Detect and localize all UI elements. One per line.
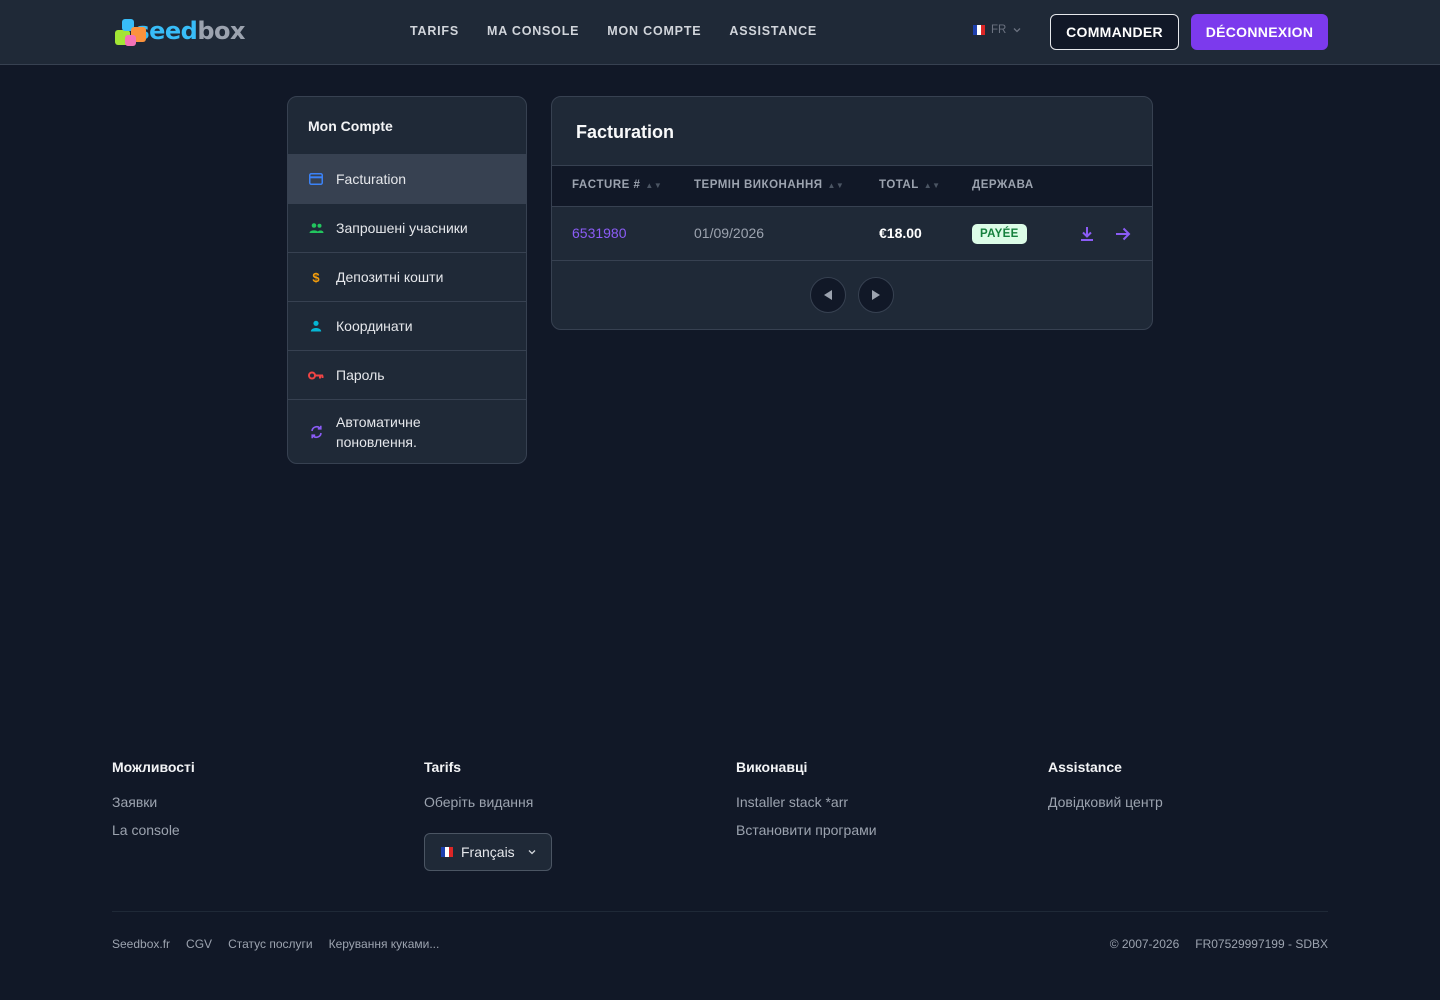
footer-link-requests[interactable]: Заявки <box>112 793 392 811</box>
sidebar-item-label: Координати <box>336 318 413 334</box>
french-flag-icon <box>973 25 985 35</box>
triangle-left-icon <box>824 290 832 300</box>
column-header-status: ДЕРЖАВА <box>972 179 1034 191</box>
footer-heading: Assistance <box>1048 759 1122 775</box>
footer-column-assistance: Assistance Довідковий центр <box>1048 759 1328 821</box>
pagination <box>810 277 894 313</box>
footer-link-install-apps[interactable]: Встановити програми <box>736 821 1016 839</box>
sort-icon: ▲▼ <box>827 180 845 190</box>
footer-divider <box>112 911 1328 912</box>
billing-card: Facturation FACTURE # ▲▼ ТЕРМІН ВИКОНАННЯ… <box>551 96 1153 330</box>
dollar-icon: $ <box>312 269 320 285</box>
logout-button[interactable]: DÉCONNEXION <box>1191 14 1328 50</box>
sidebar-item-label: Автоматичне поновлення. <box>336 413 421 450</box>
bottom-link-service-status[interactable]: Статус послуги <box>228 937 313 951</box>
company-id-text: FR07529997199 - SDBX <box>1195 937 1328 951</box>
sidebar-item-coordinates[interactable]: Координати <box>288 301 526 350</box>
status-badge: PAYÉE <box>972 224 1027 244</box>
nav-mon-compte[interactable]: MON COMPTE <box>607 24 701 38</box>
invoice-number-link[interactable]: 6531980 <box>572 225 627 241</box>
nav-ma-console[interactable]: MA CONSOLE <box>487 24 579 38</box>
logo-cubes-icon <box>113 15 146 47</box>
footer-bottom-links: Seedbox.fr CGV Статус послуги Керування … <box>112 937 439 951</box>
chevron-down-icon <box>528 850 536 855</box>
triangle-right-icon <box>872 290 880 300</box>
commander-button[interactable]: COMMANDER <box>1050 14 1179 50</box>
column-header-due-date[interactable]: ТЕРМІН ВИКОНАННЯ ▲▼ <box>694 179 844 191</box>
footer-link-console[interactable]: La console <box>112 821 392 839</box>
seedbox-logo[interactable]: seedbox <box>113 14 245 48</box>
copyright-text: © 2007-2026 <box>1109 937 1180 951</box>
footer-heading: Виконавці <box>736 759 808 775</box>
footer-column-tarifs: Tarifs Оберіть видання <box>424 759 704 821</box>
column-header-invoice[interactable]: FACTURE # ▲▼ <box>572 179 662 191</box>
page-title: Facturation <box>552 97 1152 166</box>
footer-language-select[interactable]: Français <box>424 833 552 871</box>
download-icon[interactable] <box>1077 224 1097 244</box>
total-cell: €18.00 <box>879 225 922 241</box>
due-date-cell: 01/09/2026 <box>694 225 765 241</box>
sidebar-item-facturation[interactable]: Facturation <box>288 154 526 203</box>
key-icon <box>308 367 324 383</box>
nav-tarifs[interactable]: TARIFS <box>410 24 459 38</box>
language-code: FR <box>991 24 1007 36</box>
footer-link-help-center[interactable]: Довідковий центр <box>1048 793 1328 811</box>
language-select-value: Français <box>461 844 515 860</box>
nav-assistance[interactable]: ASSISTANCE <box>729 24 817 38</box>
sidebar-item-auto-renewal[interactable]: Автоматичне поновлення. <box>288 399 526 463</box>
sidebar-item-password[interactable]: Пароль <box>288 350 526 399</box>
french-flag-icon <box>441 847 453 857</box>
bottom-link-cgv[interactable]: CGV <box>186 937 212 951</box>
sidebar-item-label: Пароль <box>336 367 385 383</box>
refresh-icon <box>308 424 324 440</box>
sort-icon: ▲▼ <box>645 180 663 190</box>
arrow-right-icon[interactable] <box>1113 224 1133 244</box>
credit-card-icon <box>308 171 324 187</box>
footer-legal: © 2007-2026 FR07529997199 - SDBX <box>1110 937 1328 951</box>
previous-page-button[interactable] <box>810 277 846 313</box>
next-page-button[interactable] <box>858 277 894 313</box>
footer-column-performers: Виконавці Installer stack *arr Встановит… <box>736 759 1016 849</box>
language-switcher[interactable]: FR <box>973 24 1022 36</box>
top-header: seedbox TARIFS MA CONSOLE MON COMPTE ASS… <box>0 0 1440 65</box>
table-header: FACTURE # ▲▼ ТЕРМІН ВИКОНАННЯ ▲▼ TOTAL ▲▼ Д… <box>552 166 1152 207</box>
bottom-link-cookie-settings[interactable]: Керування куками... <box>329 937 440 951</box>
user-icon <box>308 318 324 334</box>
users-icon <box>308 220 324 236</box>
bottom-link-seedbox[interactable]: Seedbox.fr <box>112 937 170 951</box>
footer-link-install-arr-stack[interactable]: Installer stack *arr <box>736 793 1016 811</box>
column-header-total[interactable]: TOTAL ▲▼ <box>879 179 941 191</box>
sidebar-item-deposit-funds[interactable]: $ Депозитні кошти <box>288 252 526 301</box>
sidebar-title: Mon Compte <box>308 118 393 134</box>
sidebar-item-label: Запрошені учасники <box>336 220 468 236</box>
chevron-down-icon <box>1013 28 1021 33</box>
footer-heading: Tarifs <box>424 759 462 775</box>
sidebar-item-label: Facturation <box>336 171 407 187</box>
sort-icon: ▲▼ <box>923 180 941 190</box>
footer-heading: Можливості <box>112 759 195 775</box>
sidebar-item-invited-members[interactable]: Запрошені учасники <box>288 203 526 252</box>
footer-link-choose-edition[interactable]: Оберіть видання <box>424 793 704 811</box>
table-row: 6531980 01/09/2026 €18.00 PAYÉE <box>552 207 1152 261</box>
footer-column-features: Можливості Заявки La console <box>112 759 392 849</box>
logo-text: seedbox <box>135 17 245 45</box>
account-sidebar: Mon Compte Facturation Запрошені учасник… <box>287 96 527 464</box>
sidebar-item-label: Депозитні кошти <box>336 269 444 285</box>
main-nav: TARIFS MA CONSOLE MON COMPTE ASSISTANCE <box>410 24 817 38</box>
